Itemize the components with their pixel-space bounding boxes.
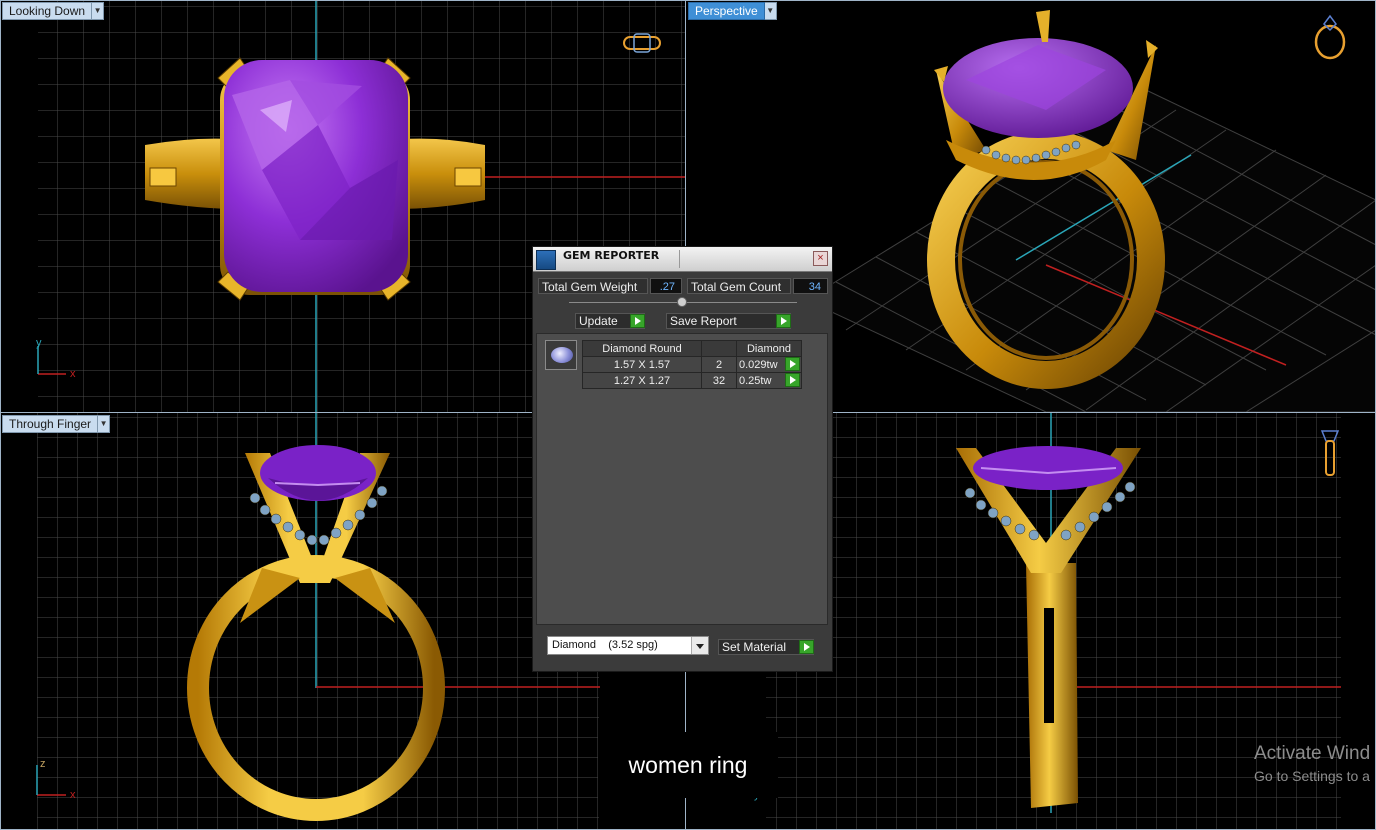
total-gem-weight: Total Gem Weight .27	[538, 278, 682, 294]
table-row: 1.57 X 1.57 2 0.029tw	[582, 356, 802, 373]
round-diamond-icon[interactable]	[545, 340, 577, 370]
axis-x-label: x	[70, 368, 76, 380]
gem-size: 1.57 X 1.57	[582, 356, 702, 373]
total-gem-count: Total Gem Count 34	[687, 278, 828, 294]
table-row: 1.27 X 1.27 32 0.25tw	[582, 372, 802, 389]
play-icon	[776, 314, 791, 328]
viewport-label-perspective[interactable]: Perspective ▼	[688, 2, 777, 20]
gem-reporter-title: GEM REPORTER	[563, 249, 660, 262]
watermark-line-1: Activate Wind	[1254, 743, 1371, 764]
update-button-label: Update	[579, 314, 618, 328]
table-header-count	[701, 340, 737, 357]
gem-reporter-app-icon	[536, 250, 556, 270]
save-report-button-label: Save Report	[670, 314, 737, 328]
chevron-down-icon[interactable]: ▼	[92, 2, 105, 20]
material-select-value: Diamond (3.52 spg)	[552, 639, 658, 651]
total-gem-count-value: 34	[793, 278, 828, 294]
total-gem-count-label: Total Gem Count	[687, 278, 791, 294]
title-separator	[679, 250, 680, 268]
viewport-title: Looking Down	[2, 2, 93, 20]
set-material-button-label: Set Material	[722, 640, 787, 654]
viewport-title: Through Finger	[2, 415, 99, 433]
viewport-label-looking-down[interactable]: Looking Down ▼	[2, 2, 105, 20]
play-icon	[799, 640, 814, 654]
gem-reporter-panel[interactable]: GEM REPORTER × Total Gem Weight .27 Tota…	[532, 246, 833, 672]
total-gem-weight-label: Total Gem Weight	[538, 278, 648, 294]
axis-y-label: y	[36, 337, 42, 349]
close-icon[interactable]: ×	[813, 251, 828, 266]
viewport-title: Perspective	[688, 2, 765, 20]
gem-count: 2	[701, 356, 737, 373]
axis-z-label: z	[40, 758, 46, 770]
total-gem-weight-value: .27	[650, 278, 682, 294]
select-row-play-icon[interactable]	[785, 373, 800, 387]
gem-count: 32	[701, 372, 737, 389]
chevron-down-icon[interactable]	[691, 637, 708, 654]
table-header-material: Diamond	[736, 340, 802, 357]
gem-reporter-titlebar[interactable]: GEM REPORTER ×	[533, 247, 832, 272]
gem-table: Diamond Round Diamond 1.57 X 1.57 2 0.02…	[582, 340, 802, 389]
save-report-button[interactable]: Save Report	[666, 313, 791, 329]
watermark-line-2: Go to Settings to a	[1254, 768, 1370, 784]
table-header-shape: Diamond Round	[582, 340, 702, 357]
set-material-button[interactable]: Set Material	[718, 639, 814, 655]
gem-list[interactable]: Diamond Round Diamond 1.57 X 1.57 2 0.02…	[536, 333, 828, 625]
material-select[interactable]: Diamond (3.52 spg)	[547, 636, 709, 655]
collapse-toggle-icon[interactable]	[677, 297, 687, 307]
ring-perspective-icon	[1314, 14, 1346, 60]
table-header-row: Diamond Round Diamond	[582, 340, 802, 357]
windows-activation-watermark: Activate Wind Go to Settings to a	[1254, 743, 1370, 784]
video-caption: women ring	[598, 732, 778, 798]
chevron-down-icon[interactable]: ▼	[764, 2, 777, 20]
chevron-down-icon[interactable]: ▼	[98, 415, 111, 433]
gem-size: 1.27 X 1.27	[582, 372, 702, 389]
select-row-play-icon[interactable]	[785, 357, 800, 371]
viewport-label-through-finger[interactable]: Through Finger ▼	[2, 415, 111, 433]
axis-x-label: x	[70, 789, 76, 801]
play-icon	[630, 314, 645, 328]
update-button[interactable]: Update	[575, 313, 645, 329]
